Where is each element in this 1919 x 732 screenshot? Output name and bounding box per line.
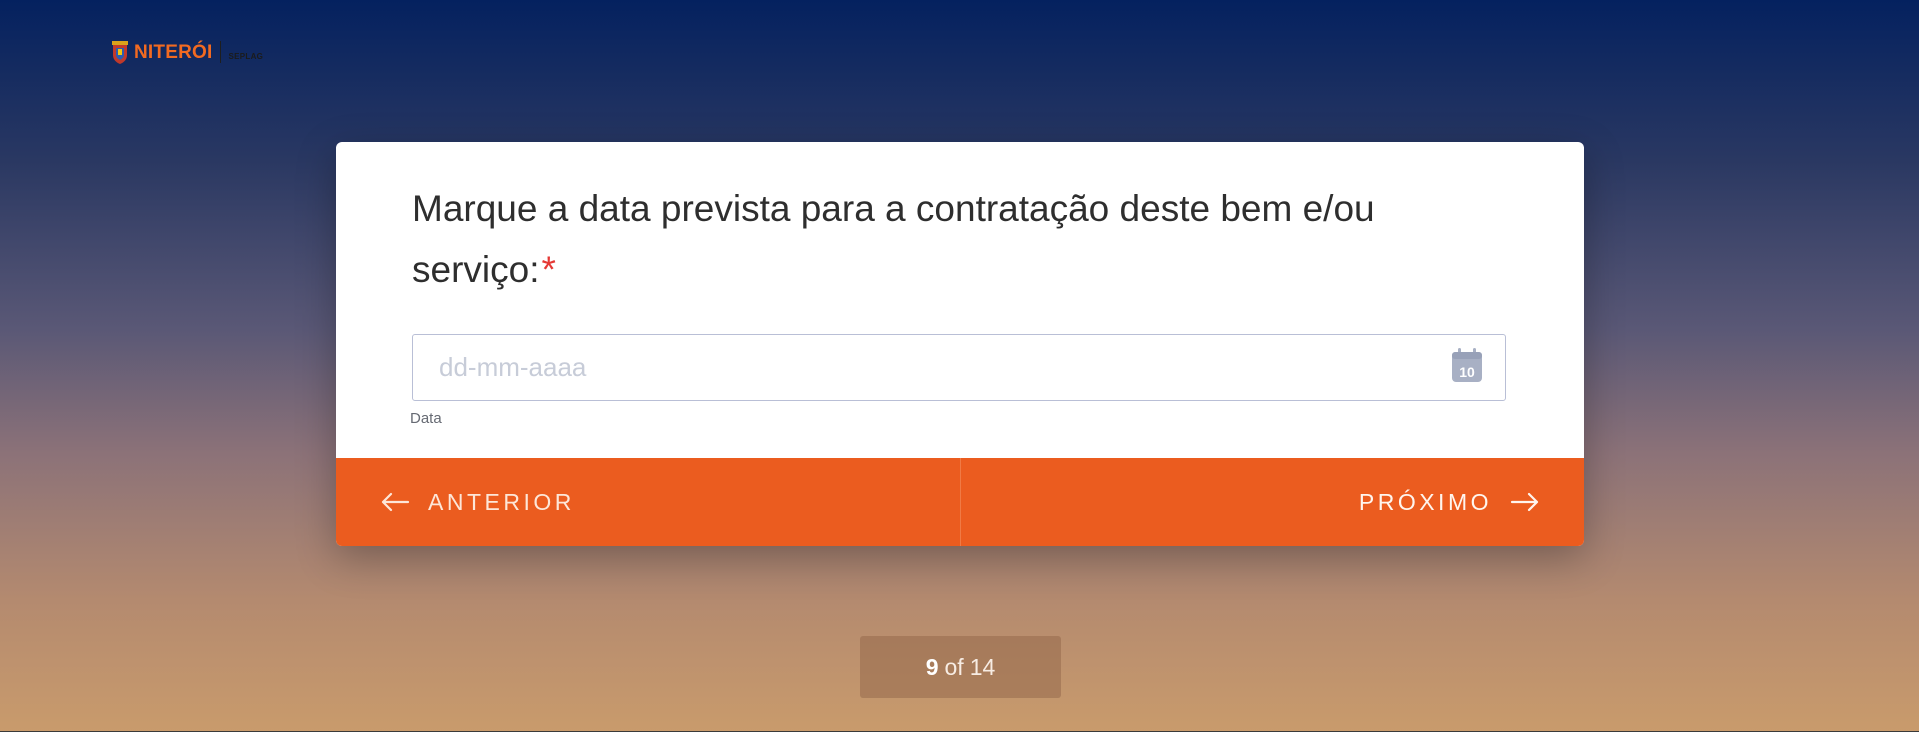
sub-brand: SEPLAG [228,51,264,61]
arrow-right-icon [1510,492,1539,512]
arrow-left-icon [381,492,410,512]
calendar-icon-day: 10 [1459,364,1475,380]
brand-name: NITERÓI [134,41,213,63]
next-button[interactable]: PRÓXIMO [961,458,1585,546]
progress-separator: of [944,653,964,680]
calendar-icon[interactable]: 10 [1451,347,1483,383]
niteroi-logo[interactable]: NITERÓI SEPLAG [110,38,263,66]
question-title: Marque a data prevista para a contrataçã… [412,178,1472,300]
date-input[interactable] [439,335,1399,400]
date-field[interactable]: 10 [412,334,1506,401]
date-field-caption: Data [410,410,442,427]
previous-button[interactable]: ANTERIOR [336,458,961,546]
niteroi-crest-icon [112,41,128,64]
logo-divider [220,41,222,63]
question-text: Marque a data prevista para a contrataçã… [412,188,1375,290]
question-card: Marque a data prevista para a contrataçã… [336,142,1584,546]
required-asterisk: * [541,249,556,290]
next-button-label: PRÓXIMO [1358,488,1492,515]
progress-current: 9 [925,653,939,680]
navigation-bar: ANTERIOR PRÓXIMO [336,458,1584,546]
progress-total: 14 [969,653,996,680]
progress-indicator: 9 of 14 [860,636,1061,698]
previous-button-label: ANTERIOR [428,488,575,515]
